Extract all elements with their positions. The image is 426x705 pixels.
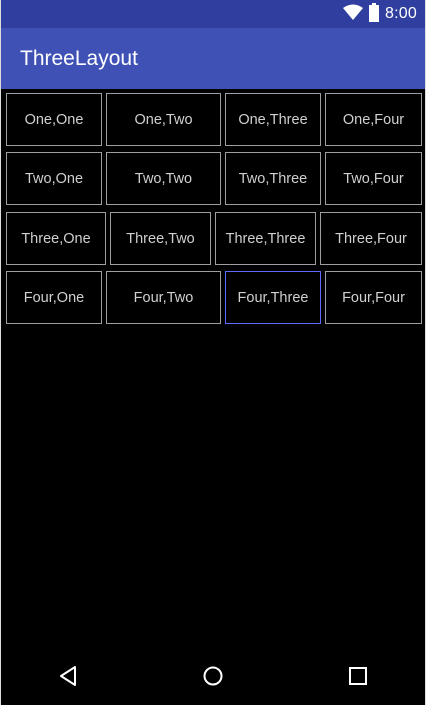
- home-button[interactable]: [183, 651, 243, 705]
- status-time: 8:00: [385, 5, 417, 22]
- back-button[interactable]: [38, 651, 98, 705]
- cell-two-three[interactable]: Two,Three: [225, 152, 321, 205]
- cell-three-three[interactable]: Three,Three: [215, 212, 316, 265]
- status-bar: 8:00: [1, 0, 425, 28]
- battery-icon: [369, 2, 380, 26]
- cell-one-three[interactable]: One,Three: [225, 93, 321, 146]
- recents-button[interactable]: [328, 651, 388, 705]
- wifi-icon: [343, 4, 364, 24]
- navigation-bar: [1, 651, 425, 705]
- cell-two-four[interactable]: Two,Four: [325, 152, 422, 205]
- cell-three-four[interactable]: Three,Four: [320, 212, 422, 265]
- app-title: ThreeLayout: [20, 46, 138, 70]
- grid-row-three: Three,One Three,Two Three,Three Three,Fo…: [1, 212, 425, 266]
- cell-four-three[interactable]: Four,Three: [225, 271, 321, 324]
- grid-row-one: One,One One,Two One,Three One,Four: [1, 93, 425, 147]
- cell-one-four[interactable]: One,Four: [325, 93, 422, 146]
- cell-one-one[interactable]: One,One: [6, 93, 102, 146]
- cell-three-two[interactable]: Three,Two: [110, 212, 211, 265]
- grid-row-two: Two,One Two,Two Two,Three Two,Four: [1, 152, 425, 206]
- cell-one-two[interactable]: One,Two: [106, 93, 221, 146]
- cell-four-four[interactable]: Four,Four: [325, 271, 422, 324]
- app-bar: ThreeLayout: [1, 28, 425, 89]
- cell-four-one[interactable]: Four,One: [6, 271, 102, 324]
- grid-row-four: Four,One Four,Two Four,Three Four,Four: [1, 271, 425, 325]
- cell-three-one[interactable]: Three,One: [6, 212, 106, 265]
- back-icon: [58, 665, 78, 691]
- cell-two-one[interactable]: Two,One: [6, 152, 102, 205]
- home-icon: [202, 665, 224, 691]
- status-icons: 8:00: [343, 0, 417, 28]
- cell-four-two[interactable]: Four,Two: [106, 271, 221, 324]
- app-screen: 8:00 ThreeLayout One,One One,Two One,Thr…: [0, 0, 426, 705]
- cell-two-two[interactable]: Two,Two: [106, 152, 221, 205]
- recents-icon: [348, 666, 368, 690]
